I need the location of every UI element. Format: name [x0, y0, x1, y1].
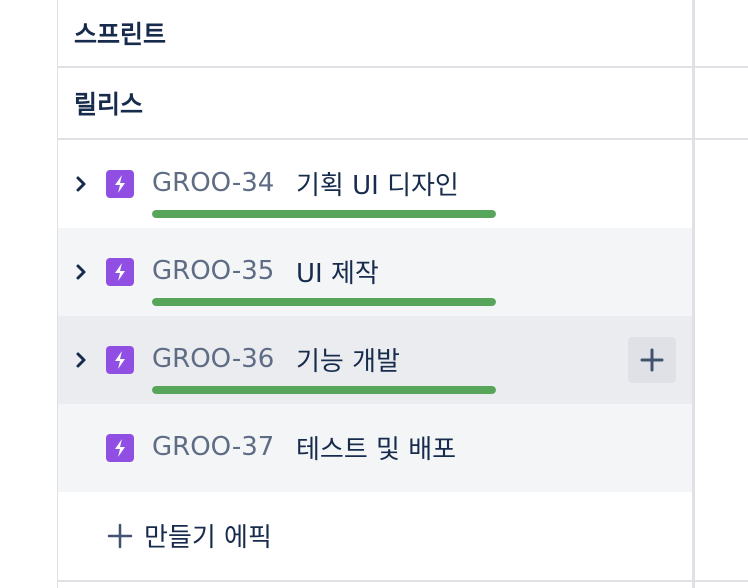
epic-title[interactable]: UI 제작: [296, 254, 379, 289]
chevron-right-icon[interactable]: [72, 170, 90, 198]
panel-resize-divider[interactable]: [692, 0, 695, 588]
epic-list-panel: 스프린트 릴리스 GROO-34 기획 UI 디자인 GROO-35 UI 제작…: [58, 0, 692, 588]
epic-row[interactable]: GROO-34 기획 UI 디자인: [58, 140, 692, 228]
chevron-right-icon[interactable]: [72, 346, 90, 374]
lightning-icon: [106, 434, 134, 462]
epic-progress-bar: [152, 210, 496, 218]
epic-row[interactable]: GROO-36 기능 개발: [58, 316, 692, 404]
chevron-right-icon[interactable]: [72, 258, 90, 286]
sprint-row: 스프린트: [58, 0, 692, 66]
release-label: 릴리스: [74, 90, 144, 119]
epic-progress-fill: [152, 386, 496, 394]
epic-title[interactable]: 기능 개발: [296, 342, 400, 377]
create-epic-button[interactable]: 만들기 에픽: [58, 492, 692, 580]
epic-progress-fill: [152, 210, 496, 218]
epic-progress-fill: [152, 298, 496, 306]
epic-key[interactable]: GROO-37: [152, 430, 274, 464]
lightning-icon: [106, 258, 134, 286]
epic-progress-bar: [152, 298, 496, 306]
plus-icon: [640, 348, 664, 372]
epic-row[interactable]: GROO-37 테스트 및 배포: [58, 404, 692, 492]
plus-icon: [106, 522, 134, 550]
lightning-icon: [106, 346, 134, 374]
epic-title[interactable]: 테스트 및 배포: [296, 430, 456, 465]
release-row: 릴리스: [58, 68, 692, 138]
epic-title[interactable]: 기획 UI 디자인: [296, 166, 459, 201]
epic-key[interactable]: GROO-34: [152, 166, 274, 200]
add-child-issue-button[interactable]: [628, 337, 676, 383]
epic-key[interactable]: GROO-36: [152, 342, 274, 376]
lightning-icon: [106, 170, 134, 198]
sprint-label: 스프린트: [74, 20, 167, 49]
epic-key[interactable]: GROO-35: [152, 254, 274, 288]
create-epic-label: 만들기 에픽: [144, 522, 272, 553]
epic-progress-bar: [152, 386, 496, 394]
epic-row[interactable]: GROO-35 UI 제작: [58, 228, 692, 316]
roadmap-epic-panel: 스프린트 릴리스 GROO-34 기획 UI 디자인 GROO-35 UI 제작…: [0, 0, 748, 588]
